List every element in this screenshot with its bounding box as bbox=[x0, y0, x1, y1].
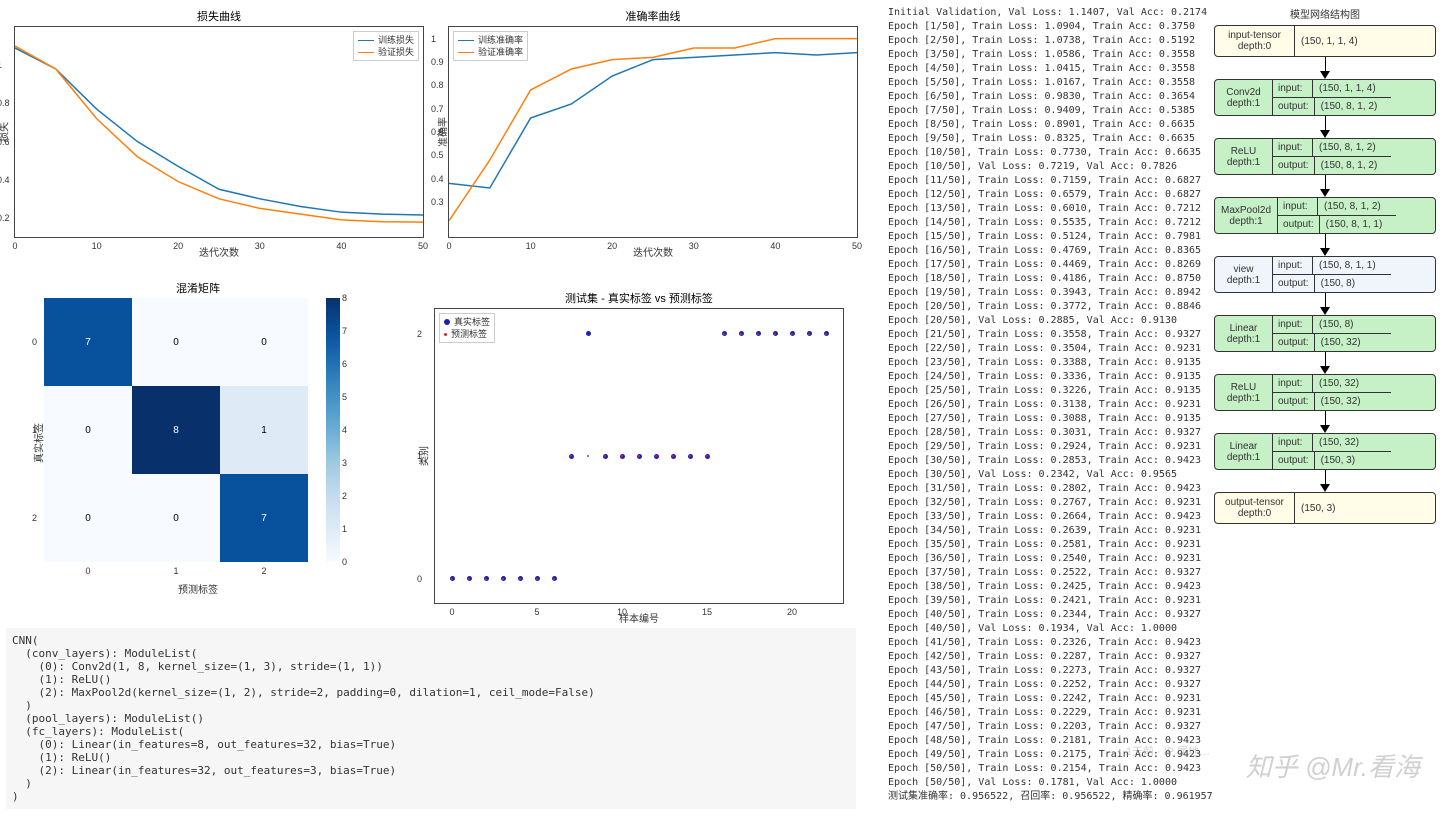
scatter-point bbox=[689, 455, 691, 457]
scatter-point bbox=[519, 578, 521, 580]
scatter-point bbox=[808, 333, 810, 335]
cm-title: 混淆矩阵 bbox=[28, 280, 368, 296]
loss-title: 损失曲线 bbox=[14, 8, 424, 24]
scatter-point bbox=[587, 455, 589, 457]
scatter-point bbox=[655, 455, 657, 457]
scatter-point bbox=[825, 333, 827, 335]
arch-node: Conv2ddepth:1input:(150, 1, 1, 4)output:… bbox=[1214, 79, 1436, 116]
scatter-point bbox=[485, 578, 487, 580]
scatter-point bbox=[706, 455, 708, 457]
scatter-point bbox=[586, 331, 591, 336]
arch-node: Lineardepth:1input:(150, 32)output:(150,… bbox=[1214, 433, 1436, 470]
scatter-point bbox=[791, 333, 793, 335]
accuracy-plot: 准确率曲线 训练准确率 验证准确率 准确率 迭代次数 010203040500.… bbox=[448, 8, 858, 238]
scatter-point bbox=[502, 578, 504, 580]
scatter-point bbox=[451, 578, 453, 580]
arch-node: Lineardepth:1input:(150, 8)output:(150, … bbox=[1214, 315, 1436, 352]
scatter-point bbox=[638, 455, 640, 457]
scatter-point bbox=[774, 333, 776, 335]
scatter-point bbox=[621, 455, 623, 457]
acc-title: 准确率曲线 bbox=[448, 8, 858, 24]
scatter-point bbox=[570, 455, 572, 457]
loss-plot: 损失曲线 训练损失 验证损失 损失 迭代次数 010203040500.20.4… bbox=[14, 8, 424, 238]
scatter-point bbox=[723, 333, 725, 335]
arch-node: viewdepth:1input:(150, 8, 1, 1)output:(1… bbox=[1214, 256, 1436, 293]
arch-node: input-tensordepth:0(150, 1, 1, 4) bbox=[1214, 25, 1436, 57]
arch-node: output-tensordepth:0(150, 3) bbox=[1214, 492, 1436, 524]
test-scatter-plot: 测试集 - 真实标签 vs 预测标签 真实标签 预测标签 类别 样本编号 051… bbox=[434, 290, 844, 604]
cm-cell: 1 bbox=[220, 386, 308, 474]
cm-cell: 7 bbox=[44, 298, 132, 386]
watermark: 知乎 @Mr.看海 bbox=[1246, 747, 1420, 784]
cm-cell: 0 bbox=[220, 298, 308, 386]
architecture-diagram: 模型网络结构图 input-tensordepth:0(150, 1, 1, 4… bbox=[1214, 6, 1436, 524]
confusion-matrix: 混淆矩阵 真实标签 预测标签 700081007012012012345678 bbox=[28, 280, 368, 588]
scatter-point bbox=[672, 455, 674, 457]
scatter-point bbox=[468, 578, 470, 580]
model-repr: CNN( (conv_layers): ModuleList( (0): Con… bbox=[6, 628, 856, 809]
cm-cell: 0 bbox=[132, 474, 220, 562]
arch-node: ReLUdepth:1input:(150, 32)output:(150, 3… bbox=[1214, 374, 1436, 411]
cm-cell: 8 bbox=[132, 386, 220, 474]
scatter-point bbox=[757, 333, 759, 335]
cm-cell: 0 bbox=[44, 474, 132, 562]
training-log: Initial Validation, Val Loss: 1.1407, Va… bbox=[888, 6, 1190, 804]
cm-cell: 7 bbox=[220, 474, 308, 562]
watermark-time: 1天前 · IP 属地… bbox=[1126, 743, 1210, 759]
scatter-point bbox=[553, 578, 555, 580]
cm-cell: 0 bbox=[44, 386, 132, 474]
arch-node: ReLUdepth:1input:(150, 8, 1, 2)output:(1… bbox=[1214, 138, 1436, 175]
arch-node: MaxPool2ddepth:1input:(150, 8, 1, 2)outp… bbox=[1214, 197, 1436, 234]
test-title: 测试集 - 真实标签 vs 预测标签 bbox=[434, 290, 844, 306]
scatter-point bbox=[536, 578, 538, 580]
test-legend: 真实标签 预测标签 bbox=[439, 313, 495, 343]
cm-cell: 0 bbox=[132, 298, 220, 386]
scatter-point bbox=[740, 333, 742, 335]
scatter-point bbox=[604, 455, 606, 457]
arch-title: 模型网络结构图 bbox=[1214, 6, 1436, 21]
